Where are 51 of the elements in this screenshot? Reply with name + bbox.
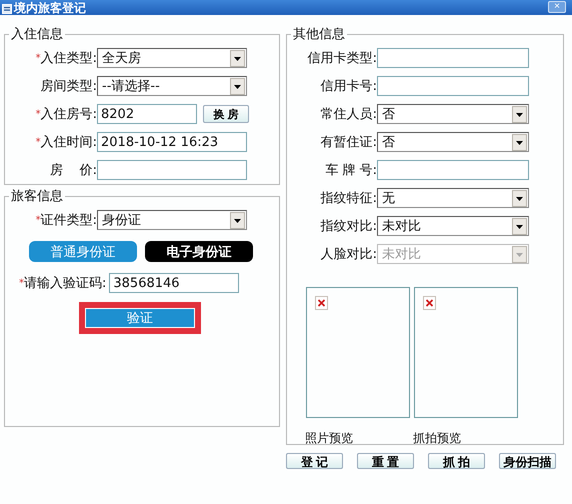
action-button[interactable]: 身份扫描	[499, 453, 556, 469]
field-label: 信用卡类型:	[308, 50, 377, 67]
broken-image-icon	[315, 296, 328, 310]
dropdown[interactable]: 否	[377, 132, 529, 152]
window-icon	[2, 4, 12, 14]
group-title: 旅客信息	[10, 188, 64, 205]
group-title: 其他信息	[292, 26, 346, 43]
field-label: 房 价:	[50, 162, 97, 179]
input-field[interactable]	[377, 48, 529, 68]
dropdown[interactable]: 否	[377, 104, 529, 124]
broken-image-icon	[423, 296, 436, 310]
required-mark: *	[36, 136, 41, 148]
field-label: 信用卡号:	[320, 78, 377, 95]
field-label: 证件类型:	[40, 212, 97, 229]
field-label: 入住房号:	[40, 106, 97, 123]
input-field[interactable]: 8202	[97, 104, 197, 124]
input-field[interactable]	[377, 76, 529, 96]
field-label: 车 牌 号:	[325, 162, 377, 179]
field-label: 房间类型:	[40, 78, 97, 95]
preview-caption: 照片预览	[305, 430, 354, 447]
required-mark: *	[36, 52, 41, 64]
field-label: 入住类型:	[40, 50, 97, 67]
field-label: 入住时间:	[40, 134, 97, 151]
window-title: 境内旅客登记	[14, 2, 86, 15]
action-button[interactable]: 登 记	[286, 453, 343, 469]
id-type-tab[interactable]: 电子身份证	[145, 241, 253, 262]
field-label: 有暂住证:	[320, 134, 377, 151]
required-mark: *	[19, 278, 24, 288]
field-label: 指纹特征:	[320, 190, 377, 207]
preview-caption: 抓拍预览	[413, 430, 462, 447]
field-label: 指纹对比:	[320, 218, 377, 235]
input-field[interactable]: 38568146	[109, 273, 240, 293]
group-title: 入住信息	[10, 26, 64, 43]
action-button[interactable]: 重 置	[357, 453, 414, 469]
dropdown[interactable]: 无	[377, 188, 529, 208]
action-button[interactable]: 抓 拍	[428, 453, 485, 469]
dropdown[interactable]: --请选择--	[97, 76, 247, 96]
dropdown[interactable]: 未对比	[377, 216, 529, 236]
input-field[interactable]	[377, 160, 529, 180]
input-field[interactable]	[97, 160, 247, 180]
id-type-tab[interactable]: 普通身份证	[29, 241, 137, 262]
required-mark: *	[36, 108, 41, 120]
field-label: 请输入验证码:	[24, 275, 106, 292]
change-room-button[interactable]: 换 房	[203, 105, 249, 123]
verify-button[interactable]: 验证	[79, 302, 201, 334]
dropdown[interactable]: 身份证	[97, 210, 247, 230]
field-label: 常住人员:	[320, 106, 377, 123]
field-label: 人脸对比:	[320, 246, 377, 263]
input-field[interactable]: 2018-10-12 16:23	[97, 132, 247, 152]
required-mark: *	[36, 214, 41, 226]
dropdown[interactable]: 全天房	[97, 48, 247, 68]
